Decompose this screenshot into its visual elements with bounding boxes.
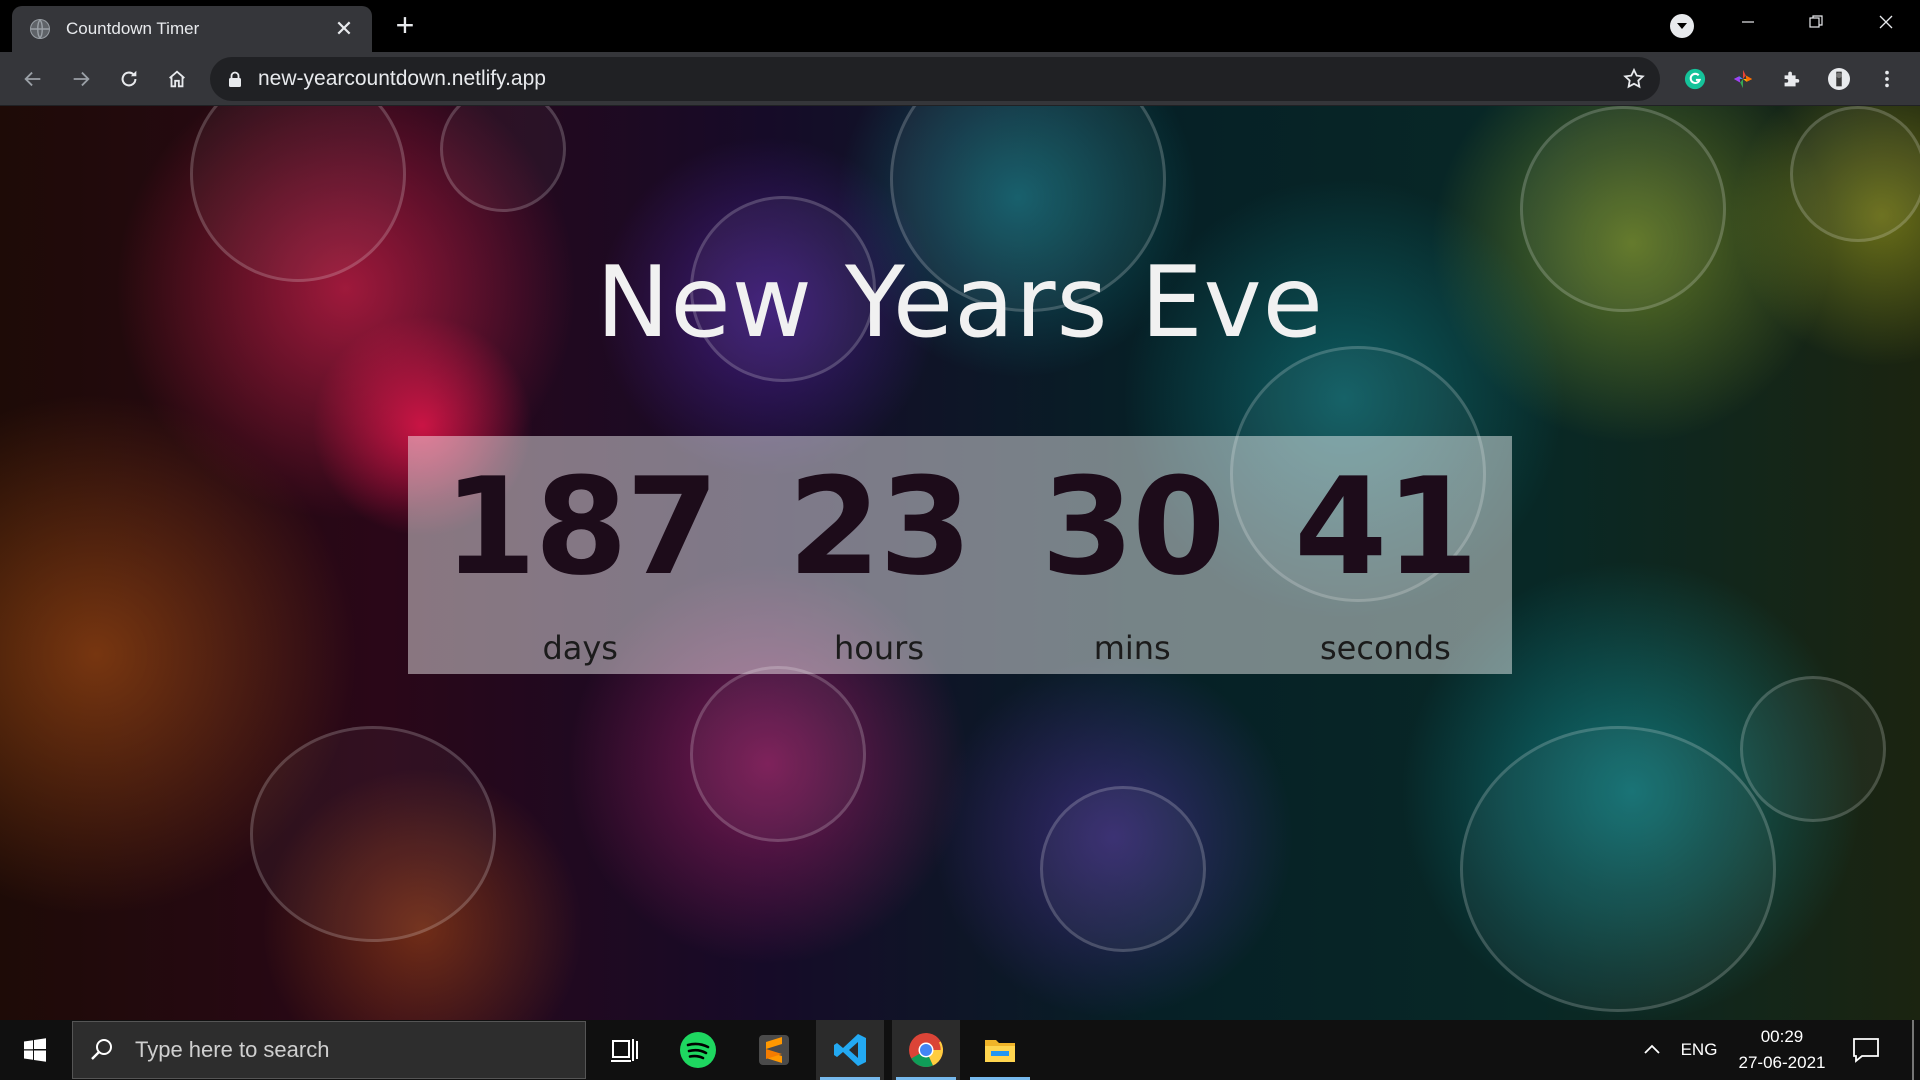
countdown-mins: 30 mins — [1040, 436, 1225, 674]
task-view-icon[interactable] — [590, 1020, 658, 1080]
page-viewport: New Years Eve 187 days 23 hours 30 mins … — [0, 106, 1920, 1020]
color-picker-icon[interactable] — [1726, 62, 1760, 96]
restore-icon[interactable] — [1782, 0, 1850, 44]
spotify-icon[interactable] — [664, 1020, 732, 1080]
days-value: 187 — [443, 449, 719, 605]
url-text[interactable]: new-yearcountdown.netlify.app — [258, 67, 1622, 91]
forward-icon[interactable] — [64, 62, 98, 96]
taskbar: Type here to search ENG 00:29 27-06-2021 — [0, 1020, 1920, 1080]
countdown-seconds: 41 seconds — [1294, 436, 1478, 674]
bokeh-bubble — [1040, 786, 1206, 952]
search-icon — [91, 1039, 112, 1060]
home-icon[interactable] — [160, 62, 194, 96]
search-placeholder: Type here to search — [135, 1037, 330, 1062]
bokeh-bubble — [250, 726, 496, 942]
back-icon[interactable] — [16, 62, 50, 96]
seconds-label: seconds — [1319, 629, 1451, 667]
profile-avatar[interactable] — [1822, 62, 1856, 96]
puzzle-icon[interactable] — [1774, 62, 1808, 96]
bookmark-star-icon[interactable] — [1622, 67, 1646, 91]
tab-close-icon[interactable]: ✕ — [332, 17, 356, 42]
windows-start-icon[interactable] — [0, 1020, 70, 1080]
browser-tab-strip: Countdown Timer ✕ + — [0, 0, 1920, 52]
days-label: days — [542, 629, 618, 667]
file-explorer-icon[interactable] — [966, 1020, 1034, 1080]
language-indicator[interactable]: ENG — [1676, 1020, 1722, 1080]
mins-value: 30 — [1040, 449, 1225, 605]
taskbar-search-box[interactable]: Type here to search — [72, 1021, 586, 1079]
grammarly-icon[interactable] — [1678, 62, 1712, 96]
vscode-icon[interactable] — [816, 1020, 884, 1080]
clock-time: 00:29 — [1760, 1027, 1804, 1046]
notification-center-icon[interactable] — [1850, 1034, 1882, 1066]
hours-value: 23 — [787, 449, 972, 605]
minimize-icon[interactable] — [1714, 0, 1782, 44]
chrome-icon[interactable] — [892, 1020, 960, 1080]
taskbar-clock[interactable]: 00:29 27-06-2021 — [1728, 1020, 1836, 1080]
show-hidden-icons-icon[interactable] — [1640, 1038, 1664, 1062]
clock-date: 27-06-2021 — [1738, 1053, 1826, 1072]
close-window-icon[interactable] — [1852, 0, 1920, 44]
mins-label: mins — [1093, 629, 1171, 667]
bokeh-bubble — [1790, 106, 1920, 242]
tab-countdown-timer[interactable]: Countdown Timer ✕ — [12, 6, 372, 52]
tab-search-dropdown-icon[interactable] — [1670, 14, 1694, 38]
new-tab-button[interactable]: + — [388, 9, 422, 44]
page-title: New Years Eve — [596, 246, 1324, 360]
more-menu-icon[interactable] — [1870, 62, 1904, 96]
tab-title: Countdown Timer — [66, 19, 200, 38]
bokeh-bubble — [690, 666, 866, 842]
countdown-days: 187 days — [443, 436, 719, 674]
browser-toolbar: new-yearcountdown.netlify.app — [0, 52, 1920, 106]
bokeh-bubble — [1460, 726, 1776, 1012]
bokeh-bubble — [440, 106, 566, 212]
reload-icon[interactable] — [112, 62, 146, 96]
countdown-hours: 23 hours — [787, 436, 972, 674]
sublime-text-icon[interactable] — [740, 1020, 808, 1080]
hours-label: hours — [834, 629, 924, 667]
lock-icon — [229, 71, 241, 87]
bokeh-bubble — [1740, 676, 1886, 822]
countdown-panel: 187 days 23 hours 30 mins 41 seconds — [408, 436, 1512, 674]
globe-icon — [30, 19, 50, 39]
seconds-value: 41 — [1294, 449, 1478, 605]
show-desktop-button[interactable] — [1912, 1020, 1914, 1080]
address-bar[interactable]: new-yearcountdown.netlify.app — [210, 57, 1660, 101]
